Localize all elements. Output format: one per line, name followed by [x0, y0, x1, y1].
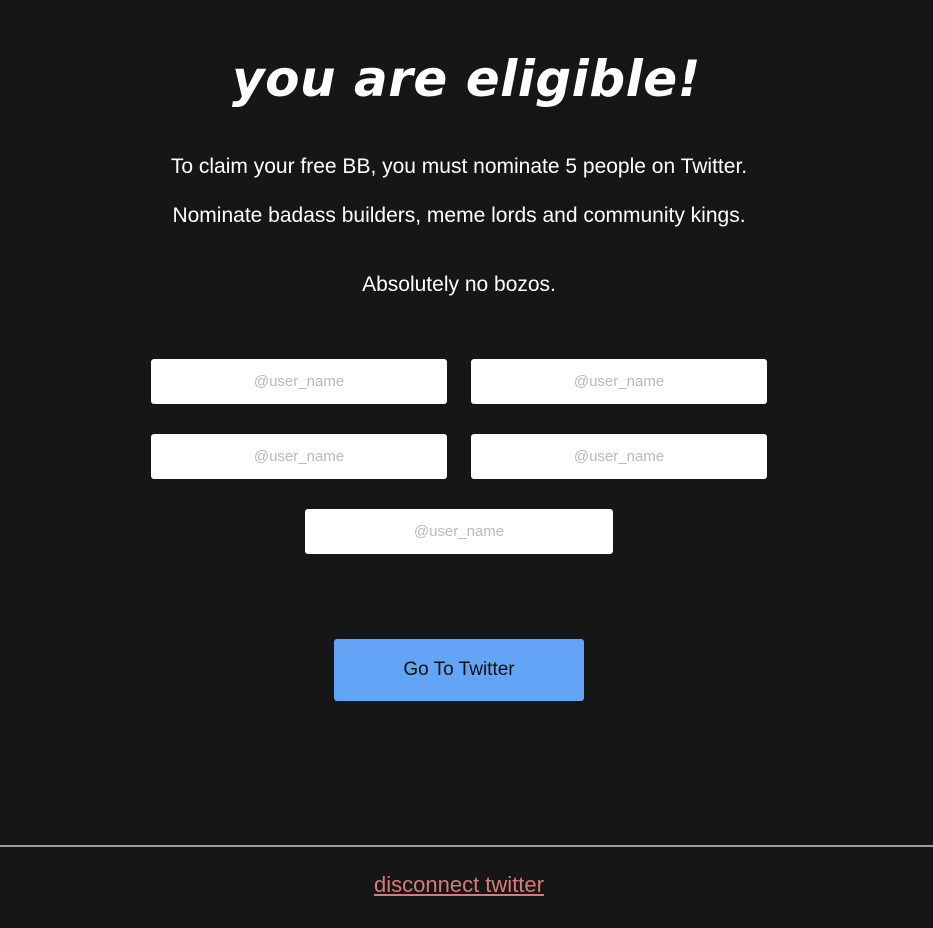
- footer-divider: [0, 845, 933, 847]
- page-title: you are eligible!: [232, 50, 701, 108]
- instruction-text: To claim your free BB, you must nominate…: [170, 155, 748, 178]
- go-to-twitter-button[interactable]: Go To Twitter: [334, 639, 584, 701]
- nominee-input-1[interactable]: [151, 359, 447, 404]
- nominee-input-3[interactable]: [151, 434, 447, 479]
- disconnect-twitter-link[interactable]: disconnect twitter: [374, 872, 544, 897]
- footer: disconnect twitter: [0, 871, 918, 899]
- instruction-text-secondary: Nominate badass builders, meme lords and…: [172, 204, 746, 227]
- nominee-input-5[interactable]: [305, 509, 613, 554]
- nominee-input-4[interactable]: [471, 434, 767, 479]
- nominee-input-2[interactable]: [471, 359, 767, 404]
- no-bozos-note: Absolutely no bozos.: [362, 273, 556, 296]
